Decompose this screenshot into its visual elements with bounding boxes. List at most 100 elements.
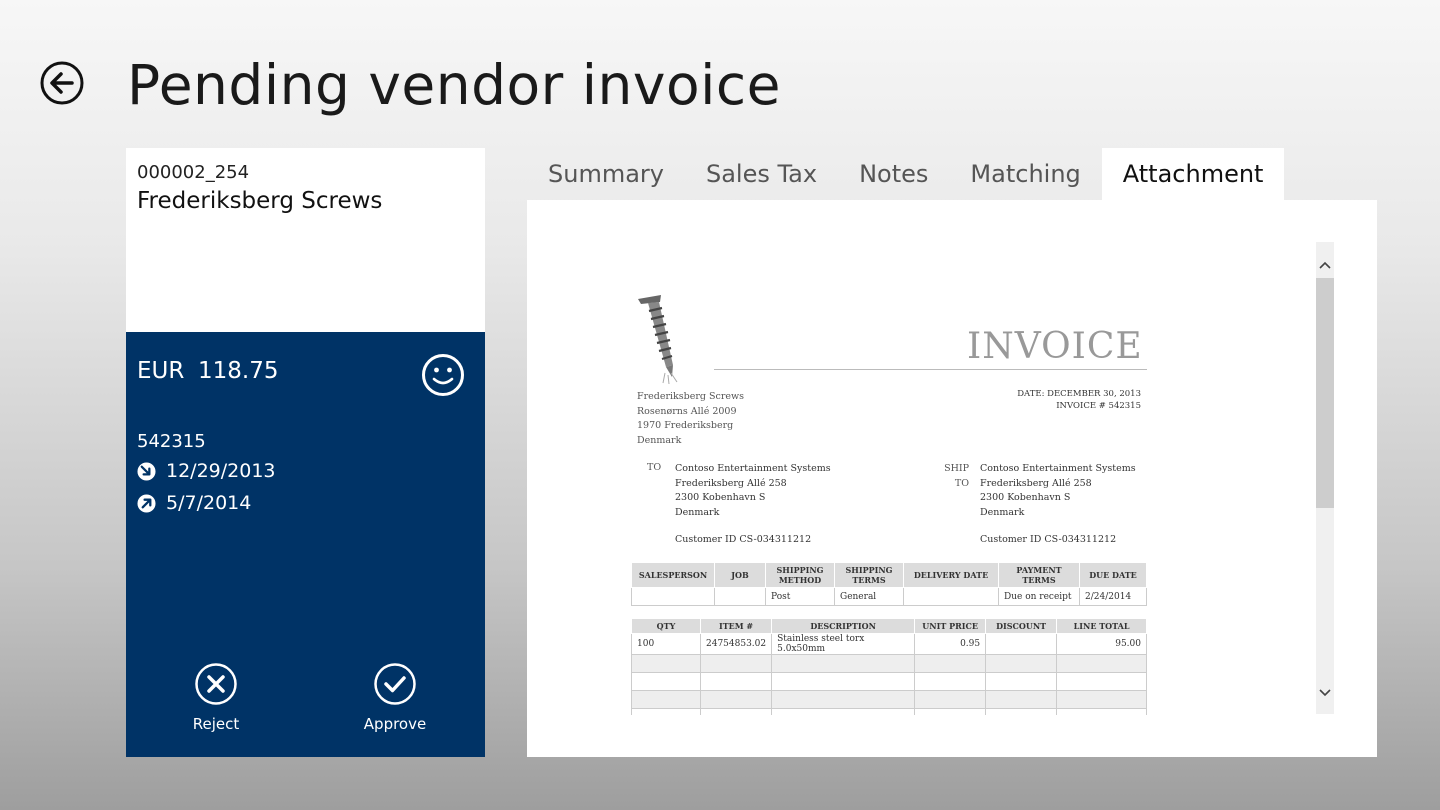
column-header: SHIPPING METHOD [765, 562, 835, 588]
address-line: 1970 Frederiksberg [637, 420, 734, 431]
table-cell: Stainless steel torx 5.0x50mm [771, 633, 916, 655]
column-header: UNIT PRICE [914, 618, 987, 634]
reject-label: Reject [192, 715, 240, 733]
column-header: SALESPERSON [631, 562, 715, 588]
tab-sales-tax[interactable]: Sales Tax [685, 148, 838, 200]
clock-out-icon [137, 493, 156, 513]
ship-label-line: SHIP [944, 463, 969, 474]
address-line: Frederiksberg Allé 258 [980, 477, 1092, 489]
address-line: 2300 Kobenhavn S [675, 492, 766, 503]
invoice-doc-title: INVOICE [967, 326, 1143, 367]
address-line: Frederiksberg Allé 258 [675, 477, 787, 489]
address-line: Frederiksberg Screws [637, 391, 745, 402]
address-line: Rosenørns Allé 2009 [637, 405, 737, 417]
table-row [631, 672, 1147, 691]
tab-matching[interactable]: Matching [949, 148, 1101, 200]
address-line: Denmark [980, 506, 1025, 518]
check-circle-icon [374, 663, 416, 705]
invoice-document: INVOICE Frederiksberg Screws Rosenørns A… [527, 200, 1307, 715]
table-cell: 95.00 [1056, 633, 1147, 655]
reject-button[interactable]: Reject [171, 662, 261, 733]
screw-logo-image [638, 295, 678, 385]
scroll-up-button[interactable] [1316, 250, 1334, 280]
invoice-card-header: 000002_254 Frederiksberg Screws [126, 148, 485, 332]
tab-notes[interactable]: Notes [838, 148, 949, 200]
invoice-date-row: 12/29/2013 [137, 460, 276, 482]
vertical-scrollbar[interactable] [1316, 242, 1334, 714]
table-cell [985, 633, 1058, 655]
sender-address: Frederiksberg Screws Rosenørns Allé 2009… [637, 390, 744, 448]
close-circle-icon [195, 663, 237, 705]
address-line: Contoso Entertainment Systems [980, 463, 1136, 474]
invoice-date: 12/29/2013 [166, 460, 276, 482]
line-items-table: QTY ITEM # DESCRIPTION UNIT PRICE DISCOU… [631, 618, 1147, 715]
tab-summary[interactable]: Summary [527, 148, 685, 200]
ship-to-address: Contoso Entertainment Systems Frederiksb… [980, 462, 1136, 520]
invoice-meta: DATE: DECEMBER 30, 2013 INVOICE # 542315 [1017, 388, 1141, 412]
order-info-table: SALESPERSON JOB SHIPPING METHOD SHIPPING… [631, 562, 1147, 606]
table-row [631, 708, 1147, 715]
back-arrow-icon [40, 61, 84, 105]
to-label: TO [647, 462, 662, 473]
table-header-row: QTY ITEM # DESCRIPTION UNIT PRICE DISCOU… [631, 618, 1147, 634]
bill-to-address: Contoso Entertainment Systems Frederiksb… [675, 462, 831, 520]
doc-date: DATE: DECEMBER 30, 2013 [1017, 389, 1141, 399]
table-cell: Due on receipt [998, 587, 1080, 606]
address-line: Denmark [637, 434, 682, 446]
table-cell [903, 587, 999, 606]
column-header: SHIPPING TERMS [834, 562, 904, 588]
tab-attachment[interactable]: Attachment [1101, 148, 1285, 200]
address-line: Contoso Entertainment Systems [675, 463, 831, 474]
ship-to-label: SHIP TO [943, 462, 969, 491]
column-header: ITEM # [699, 618, 773, 634]
column-header: PAYMENT TERMS [998, 562, 1080, 588]
tab-bar: Summary Sales Tax Notes Matching Attachm… [527, 148, 1285, 200]
chevron-down-icon [1319, 689, 1331, 697]
clock-in-icon [137, 461, 156, 481]
smiley-icon [422, 354, 464, 396]
table-row: Post General Due on receipt 2/24/2014 [631, 587, 1147, 606]
column-header: QTY [631, 618, 701, 634]
table-header-row: SALESPERSON JOB SHIPPING METHOD SHIPPING… [631, 562, 1147, 588]
table-cell [714, 587, 766, 606]
table-row [631, 690, 1147, 709]
attachment-panel: INVOICE Frederiksberg Screws Rosenørns A… [527, 200, 1377, 757]
currency: EUR [137, 358, 185, 384]
due-date-row: 5/7/2014 [137, 492, 251, 514]
approve-button[interactable]: Approve [350, 662, 440, 733]
address-line: 2300 Kobenhavn S [980, 492, 1071, 503]
invoice-card-details: EUR 118.75 542315 12/29/2013 5/7/2014 Re… [126, 332, 485, 757]
due-date: 5/7/2014 [166, 492, 252, 514]
approve-label: Approve [363, 715, 427, 733]
doc-invoice-number: INVOICE # 542315 [1056, 401, 1141, 411]
invoice-id: 000002_254 [137, 162, 250, 183]
column-header: LINE TOTAL [1056, 618, 1147, 634]
ship-label-line: TO [954, 477, 969, 489]
invoice-amount: 118.75 [198, 358, 279, 384]
table-row: 100 24754853.02 Stainless steel torx 5.0… [631, 633, 1147, 655]
page-title: Pending vendor invoice [127, 53, 781, 117]
column-header: JOB [714, 562, 766, 588]
table-cell: 0.95 [914, 633, 987, 655]
chevron-up-icon [1319, 261, 1331, 269]
scroll-thumb[interactable] [1316, 278, 1334, 508]
scroll-down-button[interactable] [1316, 678, 1334, 708]
table-cell: 100 [631, 633, 701, 655]
table-cell: 24754853.02 [699, 633, 773, 655]
back-button[interactable] [40, 61, 84, 105]
vendor-name: Frederiksberg Screws [137, 188, 383, 214]
column-header: DUE DATE [1079, 562, 1147, 588]
invoice-number: 542315 [137, 431, 206, 452]
title-rule [714, 369, 1147, 370]
table-cell [631, 587, 715, 606]
table-cell: General [834, 587, 904, 606]
customer-id-bill: Customer ID CS-034311212 [675, 534, 812, 545]
table-row [631, 654, 1147, 673]
address-line: Denmark [675, 506, 720, 518]
table-cell: Post [765, 587, 835, 606]
column-header: DESCRIPTION [771, 618, 916, 634]
column-header: DELIVERY DATE [903, 562, 999, 588]
table-cell: 2/24/2014 [1079, 587, 1147, 606]
column-header: DISCOUNT [985, 618, 1058, 634]
customer-id-ship: Customer ID CS-034311212 [980, 534, 1117, 545]
